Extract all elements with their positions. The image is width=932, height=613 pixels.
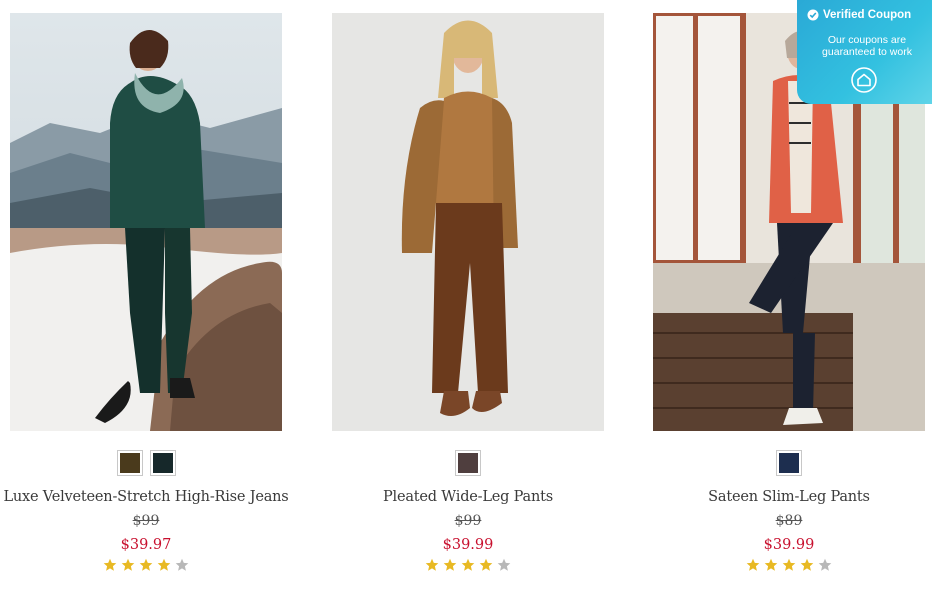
product-image[interactable] — [10, 13, 282, 431]
star-filled-icon — [121, 558, 135, 571]
color-swatch[interactable] — [149, 450, 176, 476]
star-filled-icon — [800, 558, 814, 571]
star-filled-icon — [425, 558, 439, 571]
star-rating[interactable] — [653, 558, 925, 572]
product-name[interactable]: Sateen Slim-Leg Pants — [633, 489, 932, 505]
star-empty-icon — [497, 558, 511, 571]
star-filled-icon — [157, 558, 171, 571]
star-filled-icon — [461, 558, 475, 571]
product-name[interactable]: Luxe Velveteen-Stretch High-Rise Jeans — [0, 489, 302, 505]
star-empty-icon — [175, 558, 189, 571]
star-filled-icon — [139, 558, 153, 571]
star-filled-icon — [479, 558, 493, 571]
verified-coupon-badge[interactable]: Verified Coupon Our coupons are guarante… — [797, 0, 932, 104]
coupon-subtitle: Our coupons are guaranteed to work — [822, 34, 912, 58]
color-swatch[interactable] — [776, 450, 802, 476]
star-rating[interactable] — [332, 558, 604, 572]
check-circle-icon — [807, 9, 819, 21]
star-rating[interactable] — [10, 558, 282, 572]
coupon-title: Verified Coupon — [807, 9, 911, 21]
star-filled-icon — [764, 558, 778, 571]
star-filled-icon — [746, 558, 760, 571]
color-swatches — [332, 450, 604, 476]
coupon-title-text: Verified Coupon — [823, 9, 912, 21]
star-filled-icon — [103, 558, 117, 571]
original-price: $89 — [775, 513, 803, 529]
product-card[interactable]: Pleated Wide-Leg Pants $99 $39.99 — [332, 13, 604, 593]
sale-price: $39.99 — [763, 537, 815, 553]
sale-price: $39.99 — [442, 537, 494, 553]
star-filled-icon — [443, 558, 457, 571]
color-swatches — [10, 450, 282, 476]
sale-price: $39.97 — [120, 537, 172, 553]
product-card[interactable]: Luxe Velveteen-Stretch High-Rise Jeans $… — [3, 13, 289, 593]
color-swatch[interactable] — [455, 450, 481, 476]
color-swatch[interactable] — [116, 450, 143, 476]
original-price: $99 — [454, 513, 482, 529]
star-empty-icon — [818, 558, 832, 571]
product-image[interactable] — [332, 13, 604, 431]
color-swatches — [653, 450, 925, 476]
house-logo-icon[interactable] — [851, 67, 877, 93]
product-name[interactable]: Pleated Wide-Leg Pants — [312, 489, 624, 505]
original-price: $99 — [132, 513, 160, 529]
star-filled-icon — [782, 558, 796, 571]
